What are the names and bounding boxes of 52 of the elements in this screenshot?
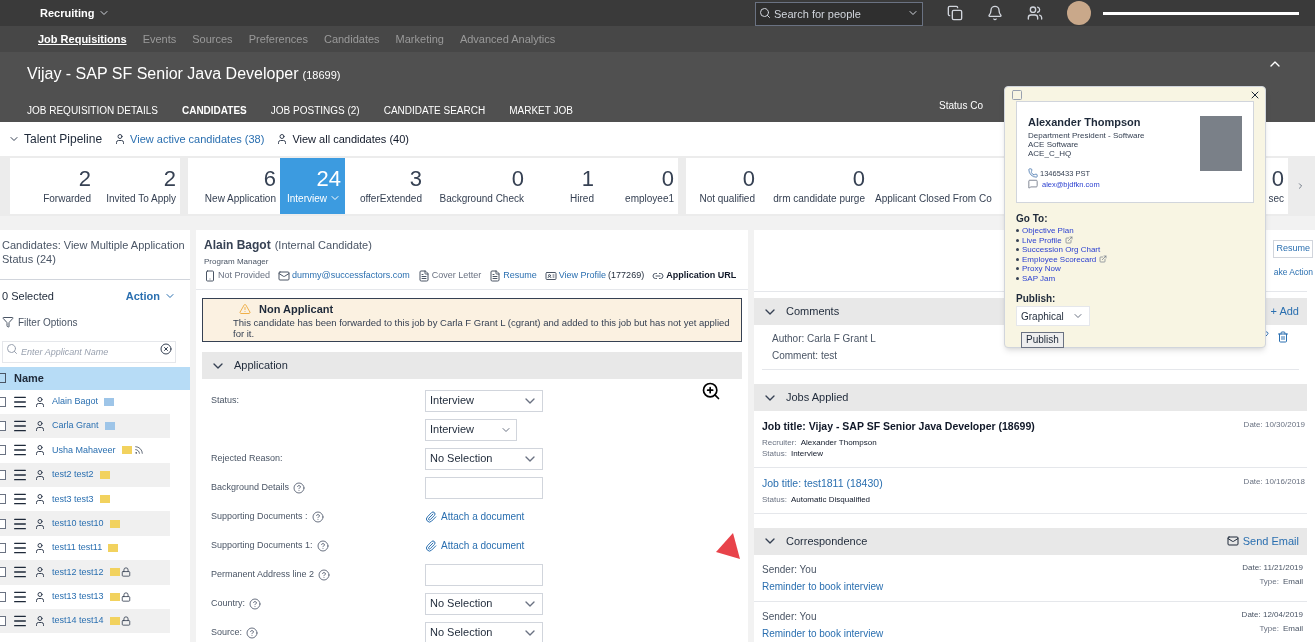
job-title: Job title: Vijay - SAP SF Senior Java Developer (18699) bbox=[762, 419, 1035, 434]
contact-detail: Department President - Software bbox=[1028, 130, 1145, 140]
field-label: Rejected Reason: bbox=[211, 451, 283, 465]
field-label: Country: bbox=[211, 596, 245, 610]
comment-text: Comment: test bbox=[772, 349, 839, 363]
type-value: Email bbox=[1283, 622, 1303, 635]
notice-text: This candidate has been forwarded to this job by Carla F Grant L (cgrant) and added to this job but has not yet applied for it. bbox=[233, 317, 731, 339]
message-date: Date: 12/04/2019 bbox=[1241, 608, 1303, 621]
goto-title: Go To: bbox=[1016, 212, 1049, 226]
detail-label: Recruiter: bbox=[762, 436, 797, 448]
detail-label: Status: bbox=[762, 447, 787, 459]
detail-value: Alexander Thompson bbox=[800, 436, 877, 448]
job-date: Date: 10/16/2018 bbox=[1243, 475, 1305, 488]
selected-count: 0 Selected bbox=[2, 289, 54, 304]
contact-detail: ACE_C_HQ bbox=[1028, 148, 1073, 158]
field-label: Supporting Documents 1: bbox=[211, 538, 313, 552]
comment-author: Author: Carla F Grant L bbox=[772, 332, 876, 346]
contact-text: Cover Letter bbox=[431, 269, 482, 282]
type-value: Email bbox=[1283, 575, 1303, 588]
panel-title: Candidates: View Multiple Application Status (24) bbox=[0, 230, 190, 280]
field-label: Supporting Documents : bbox=[211, 509, 308, 523]
field-label: Source: bbox=[211, 625, 243, 639]
notice-title: Non Applicant bbox=[259, 301, 334, 317]
detail-label: Status: bbox=[762, 493, 787, 505]
job-date: Date: 10/30/2019 bbox=[1243, 419, 1305, 431]
contact-detail: ACE Software bbox=[1028, 139, 1080, 149]
requisition-title: Vijay - SAP SF Senior Java Developer bbox=[27, 64, 299, 84]
type-label: Type: bbox=[1259, 575, 1279, 588]
pipeline-title: Talent Pipeline bbox=[24, 131, 103, 148]
field-label: Background Details bbox=[211, 480, 290, 494]
section-title: Correspondence bbox=[786, 533, 868, 549]
column-header: Name bbox=[14, 370, 44, 386]
field-label: Status: bbox=[211, 393, 239, 407]
requisition-id: (18699) bbox=[302, 68, 341, 83]
section-title: Application bbox=[234, 358, 288, 374]
sender-text: Sender: You bbox=[762, 609, 818, 624]
detail-value: Automatic Disqualified bbox=[790, 493, 871, 505]
type-label: Type: bbox=[1259, 622, 1279, 635]
status-label: Status Co bbox=[939, 99, 983, 113]
candidate-name: Alain Bagot bbox=[204, 237, 271, 254]
detail-value: Interview bbox=[790, 447, 823, 459]
contact-text: Application URL bbox=[666, 269, 737, 282]
candidate-role: Program Manager bbox=[204, 256, 270, 268]
section-title: Comments bbox=[786, 304, 840, 320]
candidate-note: (Internal Candidate) bbox=[274, 238, 372, 253]
contact-text: Not Provided bbox=[218, 269, 271, 282]
sender-text: Sender: You bbox=[762, 562, 818, 577]
message-date: Date: 11/21/2019 bbox=[1242, 561, 1303, 574]
section-title: Jobs Applied bbox=[786, 390, 849, 406]
profile-id: (177269) bbox=[608, 269, 645, 282]
contact-name: Alexander Thompson bbox=[1028, 115, 1142, 130]
field-label: Permanent Address line 2 bbox=[211, 567, 315, 581]
